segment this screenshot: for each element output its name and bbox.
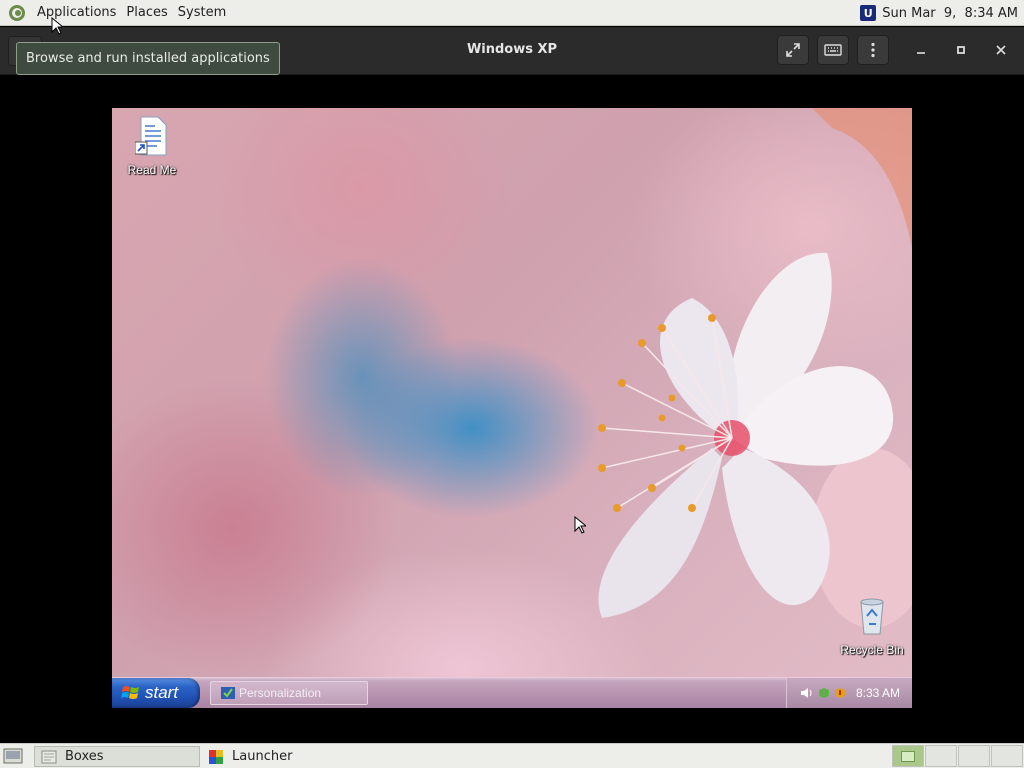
keyboard-icon	[824, 44, 842, 56]
recycle-bin[interactable]: Recycle Bin	[836, 596, 908, 657]
maximize-button[interactable]	[948, 37, 974, 63]
distro-logo-icon[interactable]	[8, 4, 26, 22]
wallpaper-flower	[598, 108, 912, 628]
workspace-3[interactable]	[958, 745, 990, 767]
document-icon	[134, 116, 167, 156]
recycle-bin-label: Recycle Bin	[840, 643, 904, 657]
taskbar-item-boxes[interactable]: Boxes	[34, 746, 200, 767]
places-menu[interactable]: Places	[121, 5, 172, 20]
menu-button[interactable]	[857, 35, 889, 65]
network-icon[interactable]	[818, 687, 830, 699]
fullscreen-button[interactable]	[777, 35, 809, 65]
boxes-label: Boxes	[65, 749, 104, 764]
start-label: start	[145, 683, 179, 702]
volume-icon[interactable]	[800, 687, 814, 699]
maximize-icon	[957, 46, 965, 54]
xp-system-tray: 8:33 AM	[786, 678, 912, 708]
vm-mouse-cursor	[574, 516, 586, 534]
windows-flag-icon	[121, 686, 139, 699]
launcher-icon	[209, 749, 223, 764]
panel-tray: U Sun Mar 9, 8:34 AM	[860, 0, 1018, 26]
recycle-bin-icon	[860, 598, 884, 635]
show-desktop-icon[interactable]	[3, 748, 23, 764]
minimize-button[interactable]	[908, 37, 934, 63]
top-panel: Applications Places System U Sun Mar 9, …	[0, 0, 1024, 26]
mouse-cursor	[51, 17, 63, 35]
menu-icon	[871, 42, 875, 58]
security-alert-icon[interactable]	[834, 687, 846, 699]
boxes-icon	[41, 750, 57, 763]
workspace-2[interactable]	[925, 745, 957, 767]
launcher-label: Launcher	[232, 749, 293, 764]
xp-taskbar: start Personalization 8:33 AM	[112, 677, 912, 708]
xp-clock[interactable]: 8:33 AM	[856, 686, 900, 700]
fullscreen-icon	[786, 43, 800, 57]
applications-menu[interactable]: Applications	[32, 5, 121, 20]
workspace-4[interactable]	[991, 745, 1023, 767]
system-menu[interactable]: System	[173, 5, 231, 20]
vm-display[interactable]: Read Me Recycle Bin start Personalizatio…	[112, 108, 912, 708]
keyboard-button[interactable]	[817, 35, 849, 65]
taskbar-item-launcher[interactable]: Launcher	[202, 746, 382, 767]
read-me-label: Read Me	[127, 163, 177, 177]
updates-icon[interactable]: U	[860, 5, 877, 21]
workspace-1[interactable]	[892, 745, 924, 767]
minimize-icon	[917, 52, 925, 54]
start-button[interactable]: start	[112, 678, 200, 708]
taskbar-item-label: Personalization	[239, 686, 322, 700]
close-icon	[996, 45, 1006, 55]
bottom-panel: Boxes Launcher	[0, 743, 1024, 768]
applications-tooltip: Browse and run installed applications	[16, 42, 280, 75]
personalization-icon	[221, 687, 235, 699]
close-button[interactable]	[988, 37, 1014, 63]
clock[interactable]: Sun Mar 9, 8:34 AM	[882, 6, 1018, 21]
taskbar-item-personalization[interactable]: Personalization	[210, 681, 368, 705]
read-me-shortcut[interactable]: Read Me	[116, 116, 188, 177]
